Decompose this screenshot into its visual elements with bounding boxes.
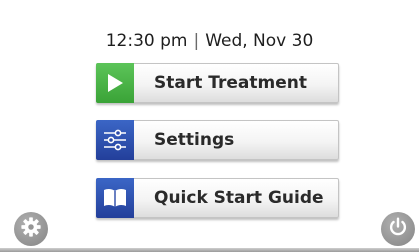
sliders-icon xyxy=(96,120,134,160)
gear-icon xyxy=(20,216,42,242)
datetime-separator: | xyxy=(193,31,200,51)
play-icon xyxy=(96,63,134,103)
home-screen: 12:30 pm | Wed, Nov 30 Start Treatment S… xyxy=(0,0,419,252)
bottom-divider xyxy=(0,248,419,252)
start-treatment-button[interactable]: Start Treatment xyxy=(96,63,339,103)
power-icon xyxy=(387,216,409,242)
status-datetime: 12:30 pm | Wed, Nov 30 xyxy=(0,31,419,51)
settings-button[interactable]: Settings xyxy=(96,120,339,160)
book-icon xyxy=(96,178,134,218)
settings-label: Settings xyxy=(154,130,235,150)
quick-start-guide-label: Quick Start Guide xyxy=(154,188,324,208)
quick-start-guide-button[interactable]: Quick Start Guide xyxy=(96,178,339,218)
settings-gear-button[interactable] xyxy=(14,212,48,246)
start-treatment-label: Start Treatment xyxy=(154,73,307,93)
time-text: 12:30 pm xyxy=(105,31,188,51)
power-button[interactable] xyxy=(381,212,415,246)
date-text: Wed, Nov 30 xyxy=(205,31,314,51)
